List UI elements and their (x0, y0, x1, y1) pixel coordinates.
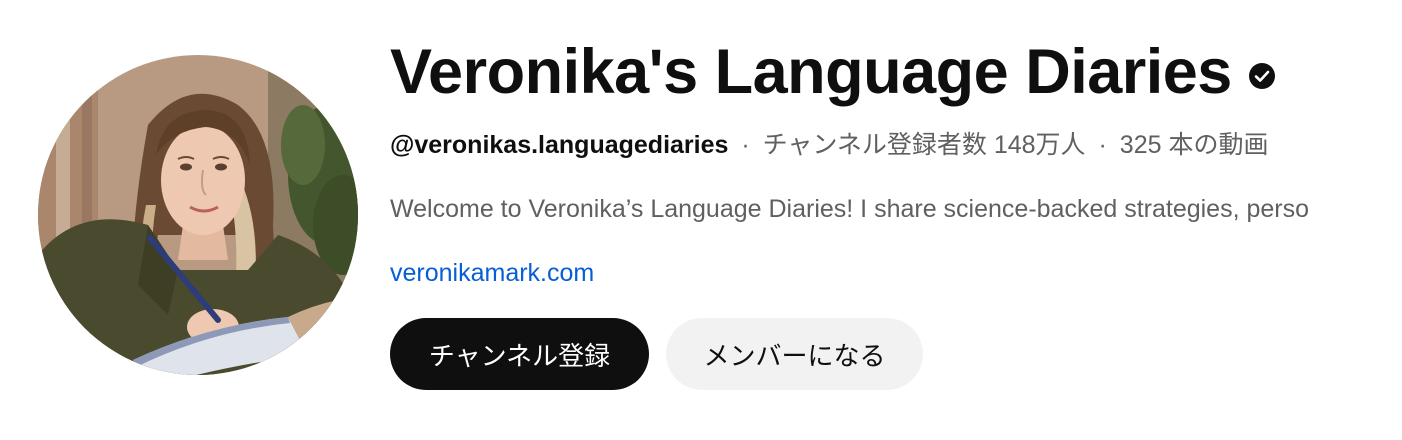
verified-check-icon (1248, 62, 1276, 90)
avatar-photo (38, 55, 358, 375)
join-membership-button[interactable]: メンバーになる (666, 318, 923, 390)
channel-description[interactable]: Welcome to Veronika’s Language Diaries! … (390, 192, 1402, 226)
subscribe-button[interactable]: チャンネル登録 (390, 318, 649, 390)
separator: · (741, 131, 750, 159)
channel-title: Veronika's Language Diaries (390, 37, 1232, 107)
channel-meta: @veronikas.languagediaries · チャンネル登録者数 1… (390, 128, 1268, 162)
subscriber-count: チャンネル登録者数 148万人 (762, 131, 1086, 159)
channel-website-link[interactable]: veronikamark.com (390, 259, 594, 287)
channel-info: Veronika's Language Diaries @veronikas.l… (390, 0, 1402, 440)
separator: · (1098, 131, 1107, 159)
channel-avatar[interactable] (38, 55, 358, 375)
action-buttons: チャンネル登録 メンバーになる (390, 318, 923, 390)
video-count: 325 本の動画 (1119, 131, 1269, 159)
channel-header: Veronika's Language Diaries @veronikas.l… (0, 0, 1402, 440)
description-text: Welcome to Veronika’s Language Diaries! … (390, 195, 1310, 223)
title-row: Veronika's Language Diaries (390, 34, 1276, 110)
channel-handle: @veronikas.languagediaries (390, 131, 729, 159)
description-fade (1312, 192, 1402, 226)
channel-links: veronikamark.com (390, 256, 594, 290)
